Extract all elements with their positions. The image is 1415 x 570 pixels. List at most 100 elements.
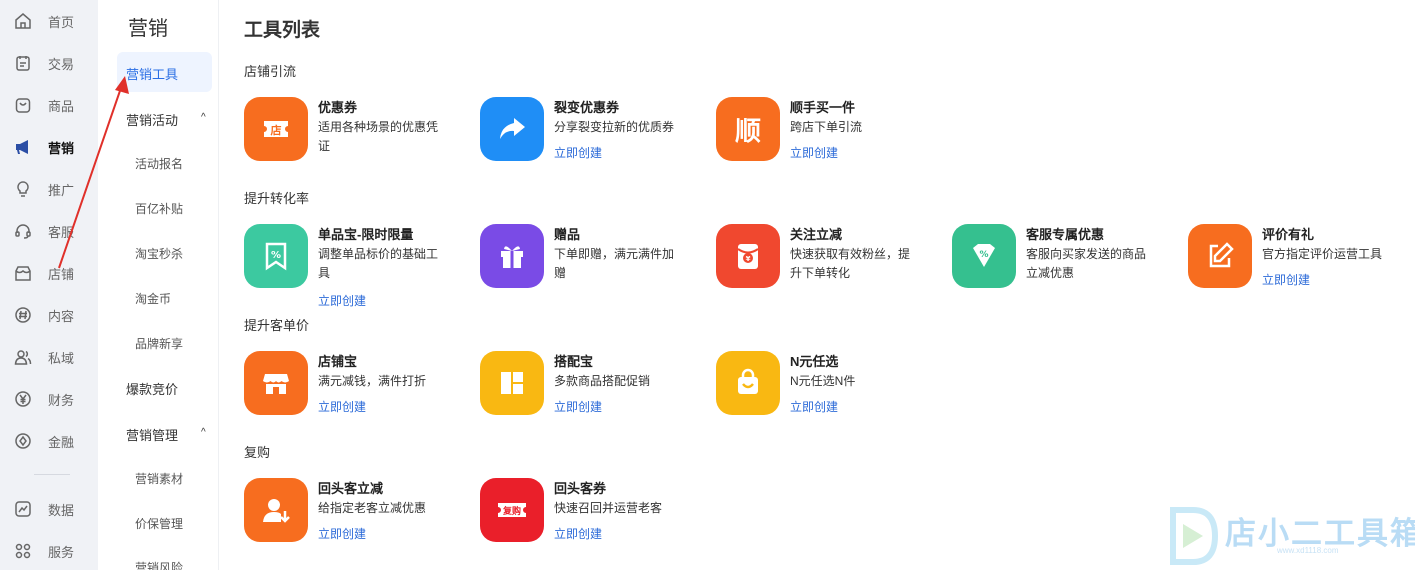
chevron-up-icon[interactable]: ^ — [201, 112, 206, 123]
chevron-up-icon[interactable]: ^ — [201, 427, 206, 438]
chart-icon — [14, 500, 32, 518]
tool-fission-coupon[interactable]: 裂变优惠券 分享裂变拉新的优质券 立即创建 — [480, 97, 690, 167]
tile-glyph: 店 — [271, 123, 282, 137]
gift-icon — [480, 224, 544, 288]
nav-item-home[interactable]: 首页 — [0, 7, 98, 35]
tool-desc: 适用各种场景的优惠凭证 — [318, 120, 439, 153]
tool-returning-discount[interactable]: 回头客立减 给指定老客立减优惠 立即创建 — [244, 478, 454, 548]
shopping-bag-icon — [716, 351, 780, 415]
bulb-icon — [14, 180, 32, 198]
tool-returning-coupon[interactable]: 复购 回头客券 快速召回并运营老客 立即创建 — [480, 478, 690, 548]
create-link[interactable]: 立即创建 — [318, 525, 366, 542]
section-title: 店铺引流 — [244, 64, 297, 79]
tool-name: 客服专属优惠 — [1026, 227, 1105, 242]
submenu-item-subsidy[interactable]: 百亿补贴 — [135, 200, 183, 217]
annotation-arrow — [58, 76, 129, 269]
nav-item-services[interactable]: 服务 — [0, 537, 98, 565]
nav-item-finance[interactable]: 财务 — [0, 385, 98, 413]
nav-label: 首页 — [48, 14, 75, 30]
create-link[interactable]: 立即创建 — [1262, 271, 1310, 288]
section-title: 提升客单价 — [244, 318, 310, 333]
nav-label: 交易 — [48, 56, 75, 72]
tool-gift[interactable]: 赠品 下单即赠，满元满件加赠 — [480, 224, 690, 294]
create-link[interactable]: 立即创建 — [554, 398, 602, 415]
tile-glyph: 复购 — [502, 505, 521, 517]
create-link[interactable]: 立即创建 — [318, 292, 366, 309]
tool-list-panel: 工具列表 店铺引流 店 优惠券 适用各种场景的优惠凭证 裂变优惠券 分享裂变拉新… — [220, 0, 1415, 570]
watermark: 店小二工具箱 www.xd1118.com — [1165, 504, 1415, 570]
tool-store-treasure[interactable]: 店铺宝 满元减钱，满件打折 立即创建 — [244, 351, 454, 421]
store-icon — [14, 264, 32, 282]
tool-review-gift[interactable]: 评价有礼 官方指定评价运营工具 立即创建 — [1188, 224, 1398, 294]
hash-icon — [14, 306, 32, 324]
create-link[interactable]: 立即创建 — [554, 525, 602, 542]
create-link[interactable]: 立即创建 — [790, 144, 838, 161]
nav-item-content[interactable]: 内容 — [0, 301, 98, 329]
tool-desc: 满元减钱，满件打折 — [318, 374, 427, 388]
submenu-item-hot-bidding[interactable]: 爆款竞价 — [126, 379, 178, 398]
headset-icon — [14, 222, 32, 240]
svg-text:%: % — [271, 250, 281, 261]
submenu-item-price-protection[interactable]: 价保管理 — [135, 515, 183, 532]
tool-desc: 调整单品标价的基础工具 — [318, 247, 439, 280]
people-icon — [14, 348, 32, 366]
nav-item-data[interactable]: 数据 — [0, 495, 98, 523]
tool-desc: 下单即赠，满元满件加赠 — [554, 247, 675, 280]
compass-icon — [14, 432, 32, 450]
tool-desc: N元任选N件 — [790, 374, 856, 388]
nav-divider — [34, 474, 70, 475]
nav-label: 金融 — [48, 434, 75, 450]
section-title: 复购 — [244, 445, 271, 460]
tool-service-discount[interactable]: % 客服专属优惠 客服向买家发送的商品立减优惠 — [952, 224, 1162, 294]
percent-bookmark-icon: % — [244, 224, 308, 288]
submenu-item-flash-sale[interactable]: 淘宝秒杀 — [135, 245, 183, 262]
tool-desc: 多款商品搭配促销 — [554, 374, 651, 388]
share-arrow-icon — [480, 97, 544, 161]
red-envelope-icon: ¥ — [716, 224, 780, 288]
tool-desc: 分享裂变拉新的优质券 — [554, 120, 675, 134]
submenu-item-materials[interactable]: 营销素材 — [135, 470, 183, 487]
discount-tag-icon: % — [952, 224, 1016, 288]
tool-name: 裂变优惠券 — [554, 100, 620, 115]
repurchase-ticket-icon: 复购 — [480, 478, 544, 542]
submenu-group-marketing-management[interactable]: 营销管理 — [126, 425, 178, 444]
create-link[interactable]: 立即创建 — [790, 398, 838, 415]
tool-name: 搭配宝 — [554, 354, 594, 369]
tile-glyph: 顺 — [734, 115, 761, 146]
store-ticket-icon: 店 — [244, 97, 308, 161]
submenu-item-activity-signup[interactable]: 活动报名 — [135, 155, 183, 172]
tool-desc: 官方指定评价运营工具 — [1262, 247, 1383, 261]
watermark-logo-icon — [1170, 507, 1219, 565]
edit-icon — [1188, 224, 1252, 288]
bag-icon — [14, 96, 32, 114]
tool-single-item[interactable]: % 单品宝-限时限量 调整单品标价的基础工具 立即创建 — [244, 224, 454, 308]
tool-desc: 跨店下单引流 — [790, 120, 863, 134]
create-link[interactable]: 立即创建 — [318, 398, 366, 415]
nav-item-banking[interactable]: 金融 — [0, 427, 98, 455]
nav-item-private[interactable]: 私域 — [0, 343, 98, 371]
tool-desc: 快速召回并运营老客 — [554, 501, 663, 515]
tool-follow-discount[interactable]: ¥ 关注立减 快速获取有效粉丝，提升下单转化 — [716, 224, 926, 294]
submenu-item-gold-coin[interactable]: 淘金币 — [135, 290, 171, 307]
submenu-item-brand-new[interactable]: 品牌新享 — [135, 335, 183, 352]
tool-desc: 客服向买家发送的商品立减优惠 — [1026, 247, 1147, 280]
create-link[interactable]: 立即创建 — [554, 144, 602, 161]
nav-label: 服务 — [48, 544, 75, 560]
submenu-item-risk[interactable]: 营销风险 — [135, 559, 183, 570]
tool-buy-one-more[interactable]: 顺 顺手买一件 跨店下单引流 立即创建 — [716, 97, 926, 167]
tool-bundle[interactable]: 搭配宝 多款商品搭配促销 立即创建 — [480, 351, 690, 421]
layout-icon — [480, 351, 544, 415]
tool-name: 优惠券 — [318, 100, 358, 115]
tool-name: 关注立减 — [790, 227, 843, 242]
home-icon — [14, 12, 32, 30]
tool-desc: 给指定老客立减优惠 — [318, 501, 427, 515]
tool-name: 顺手买一件 — [790, 100, 856, 115]
tool-coupon[interactable]: 店 优惠券 适用各种场景的优惠凭证 — [244, 97, 454, 167]
tool-name: 回头客券 — [554, 481, 607, 496]
returning-user-icon — [244, 478, 308, 542]
tool-name: N元任选 — [790, 354, 839, 369]
tool-n-yuan[interactable]: N元任选 N元任选N件 立即创建 — [716, 351, 926, 421]
nav-label: 内容 — [48, 308, 75, 324]
tool-desc: 快速获取有效粉丝，提升下单转化 — [790, 247, 911, 280]
submenu-title: 营销 — [128, 18, 168, 40]
